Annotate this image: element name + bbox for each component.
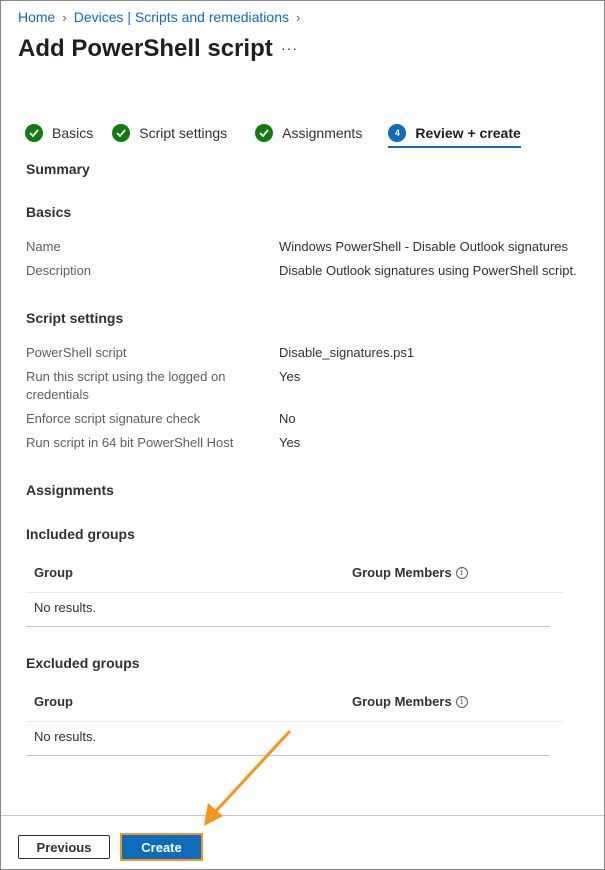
chevron-right-icon: › [62,9,67,25]
step-number-badge: 4 [388,124,407,142]
signature-check-label: Enforce script signature check [26,411,201,426]
step-assignments[interactable]: Assignments [255,119,362,147]
excluded-groups-header: Group Group Members i [26,684,564,722]
empty-results-text: No results. [34,729,97,744]
logged-on-credentials-label: Run this script using the logged on cred… [26,369,226,402]
checkmark-icon [112,124,131,142]
more-options-icon[interactable]: ··· [281,40,298,56]
step-label: Script settings [139,125,228,141]
description-label: Description [26,263,92,278]
wizard-steps: Basics Script settings Assignments 4 Rev… [25,119,522,148]
breadcrumb: Home › Devices | Scripts and remediation… [18,9,307,25]
name-label: Name [26,239,61,254]
table-row: No results. [26,722,550,756]
info-icon[interactable]: i [455,566,468,579]
host64-label: Run script in 64 bit PowerShell Host [26,435,234,450]
empty-results-text: No results. [34,600,97,615]
step-label: Assignments [282,125,363,141]
column-header-group[interactable]: Group [34,694,73,709]
column-header-group-members[interactable]: Group Members i [352,694,468,709]
basics-heading: Basics [26,204,72,220]
script-settings-heading: Script settings [26,310,124,326]
footer-divider [1,815,604,816]
table-row: No results. [26,593,550,627]
step-label: Review + create [415,125,521,141]
info-icon[interactable]: i [455,695,468,708]
excluded-groups-heading: Excluded groups [26,655,140,671]
powershell-script-value: Disable_signatures.ps1 [279,345,415,360]
create-button-highlight: Create [120,833,203,861]
logged-on-credentials-value: Yes [279,369,301,384]
step-review-create[interactable]: 4 Review + create [388,119,522,148]
description-value: Disable Outlook signatures using PowerSh… [279,263,577,278]
summary-heading: Summary [26,161,90,177]
included-groups-header: Group Group Members i [26,555,564,593]
column-header-group[interactable]: Group [34,565,73,580]
step-basics[interactable]: Basics [25,119,93,147]
page-title: Add PowerShell script [18,35,273,62]
chevron-right-icon: › [296,9,301,25]
breadcrumb-devices[interactable]: Devices | Scripts and remediations [74,9,289,25]
checkmark-icon [255,124,274,142]
signature-check-value: No [279,411,296,426]
included-groups-heading: Included groups [26,526,135,542]
step-label: Basics [52,125,94,141]
step-script-settings[interactable]: Script settings [112,119,227,147]
name-value: Windows PowerShell - Disable Outlook sig… [279,239,569,254]
previous-button[interactable]: Previous [18,835,110,859]
create-button[interactable]: Create [122,835,201,859]
column-header-group-members[interactable]: Group Members i [352,565,468,580]
assignments-heading: Assignments [26,482,114,498]
checkmark-icon [25,124,43,142]
host64-value: Yes [279,435,301,450]
breadcrumb-home[interactable]: Home [18,9,55,25]
powershell-script-label: PowerShell script [26,345,127,360]
